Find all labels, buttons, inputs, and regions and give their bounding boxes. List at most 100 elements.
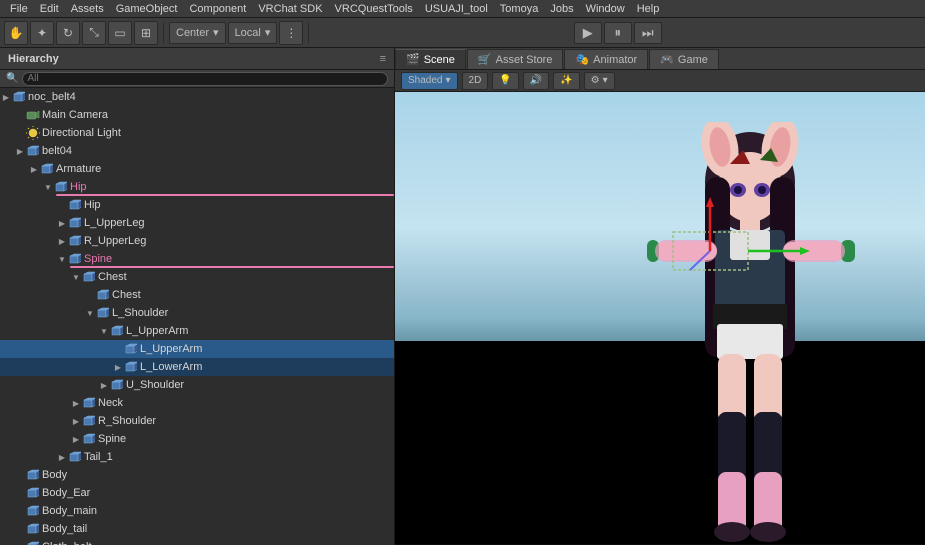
tree-item-l-shoulder[interactable]: ▼ L_Shoulder bbox=[0, 304, 394, 322]
cube-icon bbox=[68, 252, 82, 266]
fx-toggle[interactable]: ✨ bbox=[553, 72, 579, 90]
tree-item-l-lowerarm[interactable]: ▶ L_LowerArm bbox=[0, 358, 394, 376]
arrow-icon bbox=[14, 520, 26, 538]
tree-label: Neck bbox=[98, 397, 123, 409]
tree-item-noc-belt4[interactable]: ▶ noc_belt4 bbox=[0, 88, 394, 106]
menu-vrchat-sdk[interactable]: VRChat SDK bbox=[252, 0, 328, 18]
tree-label: L_UpperArm bbox=[126, 325, 188, 337]
tree-item-chest-child[interactable]: Chest bbox=[0, 286, 394, 304]
cube-icon bbox=[124, 342, 138, 356]
arrow-icon: ▼ bbox=[56, 250, 68, 268]
menu-file[interactable]: File bbox=[4, 0, 34, 18]
menu-usuaji-tool[interactable]: USUAJI_tool bbox=[419, 0, 494, 18]
camera-icon bbox=[26, 108, 40, 122]
tab-asset-store[interactable]: 🛒 Asset Store bbox=[467, 49, 564, 69]
menu-window[interactable]: Window bbox=[580, 0, 631, 18]
pink-underline-spine bbox=[70, 266, 394, 268]
tree-label: Main Camera bbox=[42, 109, 108, 121]
step-button[interactable]: ⏭ bbox=[634, 22, 662, 44]
arrow-icon: ▼ bbox=[70, 268, 82, 286]
arrow-icon bbox=[14, 124, 26, 142]
tree-item-cloth-belt[interactable]: Cloth_belt bbox=[0, 538, 394, 545]
lighting-toggle[interactable]: 💡 bbox=[492, 72, 518, 90]
tree-item-body-main[interactable]: Body_main bbox=[0, 502, 394, 520]
tree-item-armature[interactable]: ▶ Armature bbox=[0, 160, 394, 178]
cube-icon bbox=[124, 360, 138, 374]
tree-item-body-tail[interactable]: Body_tail bbox=[0, 520, 394, 538]
cube-icon bbox=[68, 198, 82, 212]
tree-item-l-upperarm-selected[interactable]: L_UpperArm bbox=[0, 340, 394, 358]
tree-item-directional-light[interactable]: Directional Light bbox=[0, 124, 394, 142]
tree-item-body[interactable]: Body bbox=[0, 466, 394, 484]
tree-label: Chest bbox=[98, 271, 127, 283]
cube-icon bbox=[26, 486, 40, 500]
cube-icon bbox=[96, 306, 110, 320]
cube-icon bbox=[96, 288, 110, 302]
cube-icon bbox=[68, 216, 82, 230]
arrow-icon bbox=[14, 106, 26, 124]
tree-item-u-shoulder[interactable]: ▶ U_Shoulder bbox=[0, 376, 394, 394]
toolbar-sep-1 bbox=[163, 23, 164, 43]
arrow-icon: ▶ bbox=[56, 232, 68, 250]
menu-tomoya[interactable]: Tomoya bbox=[494, 0, 545, 18]
tab-animator[interactable]: 🎭 Animator bbox=[564, 49, 648, 69]
center-label: Center bbox=[176, 27, 209, 39]
tab-scene[interactable]: 🎬 Scene bbox=[395, 49, 466, 69]
tree-item-tail-1[interactable]: ▶ Tail_1 bbox=[0, 448, 394, 466]
tree-item-body-ear[interactable]: Body_Ear bbox=[0, 484, 394, 502]
cube-icon bbox=[82, 432, 96, 446]
menu-assets[interactable]: Assets bbox=[65, 0, 110, 18]
menu-edit[interactable]: Edit bbox=[34, 0, 65, 18]
audio-toggle[interactable]: 🔊 bbox=[523, 72, 549, 90]
tree-item-neck[interactable]: ▶ Neck bbox=[0, 394, 394, 412]
menu-component[interactable]: Component bbox=[183, 0, 252, 18]
tree-item-hip-child[interactable]: Hip bbox=[0, 196, 394, 214]
tab-game-label: Game bbox=[678, 54, 708, 66]
search-input[interactable] bbox=[22, 72, 388, 86]
tree-item-l-upperarm[interactable]: ▼ L_UpperArm bbox=[0, 322, 394, 340]
cube-icon bbox=[110, 324, 124, 338]
center-dropdown[interactable]: Center ▾ bbox=[169, 22, 226, 44]
animator-icon: 🎭 bbox=[575, 53, 589, 66]
tab-game[interactable]: 🎮 Game bbox=[649, 49, 719, 69]
scene-viewport[interactable] bbox=[395, 92, 925, 545]
asset-store-icon: 🛒 bbox=[478, 53, 492, 66]
audio-icon: 🔊 bbox=[530, 75, 542, 86]
tree-item-r-shoulder[interactable]: ▶ R_Shoulder bbox=[0, 412, 394, 430]
rect-tool-button[interactable]: ▭ bbox=[108, 21, 132, 45]
cube-icon bbox=[82, 270, 96, 284]
toolbar-sep-2 bbox=[308, 23, 309, 43]
scale-tool-button[interactable]: ⤡ bbox=[82, 21, 106, 45]
tree-item-r-upperleg[interactable]: ▶ R_UpperLeg bbox=[0, 232, 394, 250]
tree-label: Directional Light bbox=[42, 127, 121, 139]
gizmos-dropdown[interactable]: ⚙ ▾ bbox=[584, 72, 615, 90]
toolbar: ✋ ✦ ↻ ⤡ ▭ ⊞ Center ▾ Local ▾ ⋮ ▶ ⏸ ⏭ bbox=[0, 18, 925, 48]
tab-asset-store-label: Asset Store bbox=[496, 54, 553, 66]
transform-tool-button[interactable]: ⊞ bbox=[134, 21, 158, 45]
rotate-tool-button[interactable]: ↻ bbox=[56, 21, 80, 45]
shading-dropdown[interactable]: Shaded ▾ bbox=[401, 72, 458, 90]
menu-vrcquesttools[interactable]: VRCQuestTools bbox=[329, 0, 419, 18]
tree-item-chest[interactable]: ▼ Chest bbox=[0, 268, 394, 286]
menu-gameobject[interactable]: GameObject bbox=[110, 0, 184, 18]
tree-item-belt04[interactable]: ▶ belt04 bbox=[0, 142, 394, 160]
tree-label: noc_belt4 bbox=[28, 91, 76, 103]
tree-item-spine[interactable]: ▼ Spine bbox=[0, 250, 394, 268]
tree-item-l-upperleg[interactable]: ▶ L_UpperLeg bbox=[0, 214, 394, 232]
hierarchy-menu-icon[interactable]: ≡ bbox=[380, 53, 386, 65]
tree-item-hip[interactable]: ▼ Hip bbox=[0, 178, 394, 196]
cube-icon bbox=[40, 162, 54, 176]
arrow-icon: ▶ bbox=[56, 214, 68, 232]
arrow-icon: ▶ bbox=[70, 412, 82, 430]
menu-help[interactable]: Help bbox=[631, 0, 666, 18]
move-tool-button[interactable]: ✦ bbox=[30, 21, 54, 45]
extra-tool-button[interactable]: ⋮ bbox=[279, 21, 303, 45]
tree-item-main-camera[interactable]: Main Camera bbox=[0, 106, 394, 124]
hand-tool-button[interactable]: ✋ bbox=[4, 21, 28, 45]
2d-toggle[interactable]: 2D bbox=[462, 72, 489, 90]
tree-item-spine2[interactable]: ▶ Spine bbox=[0, 430, 394, 448]
local-dropdown[interactable]: Local ▾ bbox=[228, 22, 278, 44]
pause-button[interactable]: ⏸ bbox=[604, 22, 632, 44]
menu-jobs[interactable]: Jobs bbox=[544, 0, 579, 18]
play-button[interactable]: ▶ bbox=[574, 22, 602, 44]
